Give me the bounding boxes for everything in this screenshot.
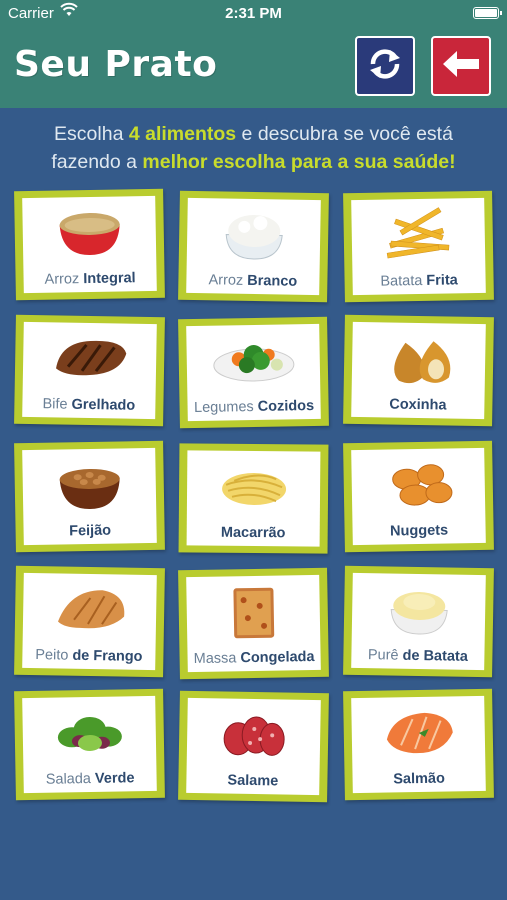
food-label: Nuggets — [389, 522, 449, 540]
food-card-batata-frita[interactable]: Batata Frita — [343, 190, 494, 303]
fries-icon — [351, 204, 485, 264]
food-card-salame[interactable]: Salame — [178, 690, 329, 803]
food-card-coxinha[interactable]: Coxinha — [343, 314, 494, 427]
pasta-icon — [187, 456, 321, 515]
food-label: Purê de Batata — [367, 647, 468, 665]
food-label: Peito de Frango — [35, 647, 143, 665]
beans-bowl-icon — [22, 454, 156, 514]
mashed-potato-icon — [352, 579, 486, 639]
food-card-pure-de-batata[interactable]: Purê de Batata — [343, 565, 494, 678]
instructions-text: Escolha 4 alimentos e descubra se você e… — [51, 123, 456, 173]
steak-icon — [23, 328, 157, 388]
chicken-breast-icon — [23, 579, 157, 639]
food-label: Legumes Cozidos — [193, 397, 315, 417]
food-card-macarrao[interactable]: Macarrão — [178, 443, 329, 554]
food-label: Arroz Branco — [208, 272, 298, 290]
food-label: Salmão — [393, 770, 446, 788]
food-label: Feijão — [69, 522, 112, 540]
food-grid: Arroz Integral Arroz Branco Batata Frita… — [14, 188, 494, 803]
food-card-salada-verde[interactable]: Salada Verde — [14, 688, 165, 801]
lasagna-icon — [186, 581, 320, 641]
arrow-left-icon — [441, 49, 481, 84]
coxinha-icon — [352, 328, 486, 388]
battery-icon — [473, 7, 502, 19]
food-label: Salada Verde — [45, 770, 135, 788]
white-rice-icon — [187, 204, 321, 264]
salad-icon — [22, 702, 156, 762]
food-label: Bife Grelhado — [42, 396, 136, 414]
salami-icon — [187, 704, 321, 764]
food-label: Arroz Integral — [44, 270, 136, 288]
food-card-feijao[interactable]: Feijão — [14, 440, 165, 553]
food-card-arroz-branco[interactable]: Arroz Branco — [178, 190, 329, 303]
food-card-legumes-cozidos[interactable]: Legumes Cozidos — [178, 316, 329, 429]
app-header: Seu Prato — [0, 28, 507, 108]
food-label: Massa Congelada — [193, 648, 315, 668]
food-card-massa-congelada[interactable]: Massa Congelada — [178, 567, 329, 680]
status-bar: Carrier 2:31 PM — [0, 0, 507, 28]
app-title: Seu Prato — [14, 44, 218, 85]
food-card-bife-grelhado[interactable]: Bife Grelhado — [14, 314, 165, 427]
food-label: Salame — [227, 772, 279, 790]
refresh-button[interactable] — [355, 36, 415, 96]
food-card-salmao[interactable]: Salmão — [343, 688, 494, 801]
food-label: Macarrão — [220, 524, 286, 542]
food-card-nuggets[interactable]: Nuggets — [343, 440, 494, 553]
nuggets-icon — [351, 454, 485, 514]
salmon-icon — [351, 702, 485, 762]
back-button[interactable] — [431, 36, 491, 96]
food-label: Batata Frita — [380, 272, 458, 290]
status-time: 2:31 PM — [225, 5, 282, 22]
rice-bowl-icon — [22, 202, 156, 262]
food-card-arroz-integral[interactable]: Arroz Integral — [14, 188, 165, 301]
refresh-icon — [365, 44, 405, 89]
vegetables-icon — [186, 330, 320, 390]
food-card-peito-de-frango[interactable]: Peito de Frango — [14, 565, 165, 678]
food-label: Coxinha — [389, 396, 447, 414]
